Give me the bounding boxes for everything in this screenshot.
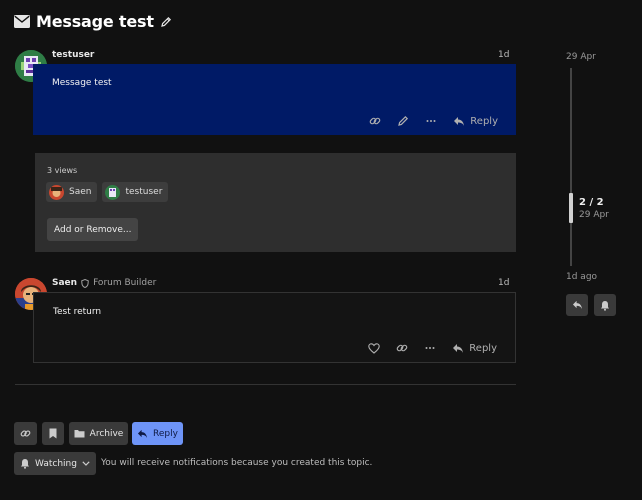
post-actions: Reply — [368, 342, 497, 354]
reply-icon — [572, 300, 583, 310]
timeline-start-date[interactable]: 29 Apr — [566, 52, 596, 62]
post-actions: Reply — [369, 115, 498, 127]
folder-icon — [74, 429, 85, 438]
post-1: Message test Reply — [33, 64, 516, 135]
post-header: testuser — [52, 50, 94, 60]
reply-button[interactable]: Reply — [453, 116, 498, 127]
bookmark-button[interactable] — [42, 422, 64, 445]
link-icon[interactable] — [396, 342, 408, 354]
divider — [15, 384, 516, 385]
post-body: Test return — [53, 307, 102, 317]
bell-icon — [20, 458, 30, 469]
avatar — [105, 184, 121, 200]
archive-button[interactable]: Archive — [69, 422, 128, 445]
notification-level-dropdown[interactable]: Watching — [14, 452, 96, 475]
avatar — [49, 184, 64, 200]
notification-reason: You will receive notifications because y… — [101, 458, 373, 468]
reply-label: Reply — [470, 115, 498, 127]
bookmark-icon — [49, 428, 57, 439]
user-title: Forum Builder — [93, 278, 157, 288]
archive-label: Archive — [89, 428, 124, 439]
share-link-button[interactable] — [14, 422, 37, 445]
envelope-icon — [14, 15, 30, 28]
post-date[interactable]: 1d — [498, 278, 509, 288]
post-date[interactable]: 1d — [498, 50, 509, 60]
reply-label: Reply — [153, 428, 178, 439]
notification-level-label: Watching — [35, 458, 77, 469]
post-header: Saen Forum Builder — [52, 278, 156, 288]
more-options-icon[interactable] — [424, 342, 436, 354]
chevron-down-icon — [82, 461, 90, 466]
post-body: Message test — [52, 78, 112, 88]
timeline-position: 2 / 2 — [579, 197, 604, 208]
participant-name: testuser — [125, 187, 163, 197]
reply-button[interactable]: Reply — [132, 422, 183, 445]
timeline-scrollbar[interactable] — [570, 68, 572, 266]
topic-title: Message test — [36, 12, 154, 31]
participant-chip-saen[interactable]: Saen — [46, 182, 98, 202]
post-username[interactable]: testuser — [52, 50, 94, 60]
topic-title-row: Message test — [14, 12, 172, 31]
link-icon — [20, 428, 31, 439]
post-2: Test return Reply — [33, 292, 516, 363]
heart-icon[interactable] — [368, 342, 381, 354]
timeline-reply-button[interactable] — [566, 294, 588, 316]
link-icon[interactable] — [369, 115, 381, 127]
reply-icon — [137, 429, 148, 439]
participant-list: Saen testuser — [46, 182, 169, 202]
reply-icon — [453, 116, 465, 127]
views-count: 3 views — [47, 166, 78, 175]
timeline-position-date: 29 Apr — [579, 210, 609, 220]
private-message-panel: 3 views Saen testuser Add or Remove... — [35, 153, 516, 252]
reply-label: Reply — [469, 342, 497, 354]
reply-button[interactable]: Reply — [452, 343, 497, 354]
timeline-handle[interactable] — [569, 193, 573, 223]
timeline-end-label[interactable]: 1d ago — [566, 272, 597, 282]
pencil-icon[interactable] — [160, 16, 172, 28]
bell-icon — [600, 300, 610, 311]
participant-chip-testuser[interactable]: testuser — [102, 182, 169, 202]
participant-name: Saen — [69, 187, 92, 197]
reply-icon — [452, 343, 464, 354]
post-username[interactable]: Saen — [52, 278, 77, 288]
shield-icon — [81, 278, 89, 288]
pencil-icon[interactable] — [397, 115, 409, 127]
timeline-notification-button[interactable] — [594, 294, 616, 316]
more-options-icon[interactable] — [425, 115, 437, 127]
add-or-remove-button[interactable]: Add or Remove... — [47, 218, 139, 241]
